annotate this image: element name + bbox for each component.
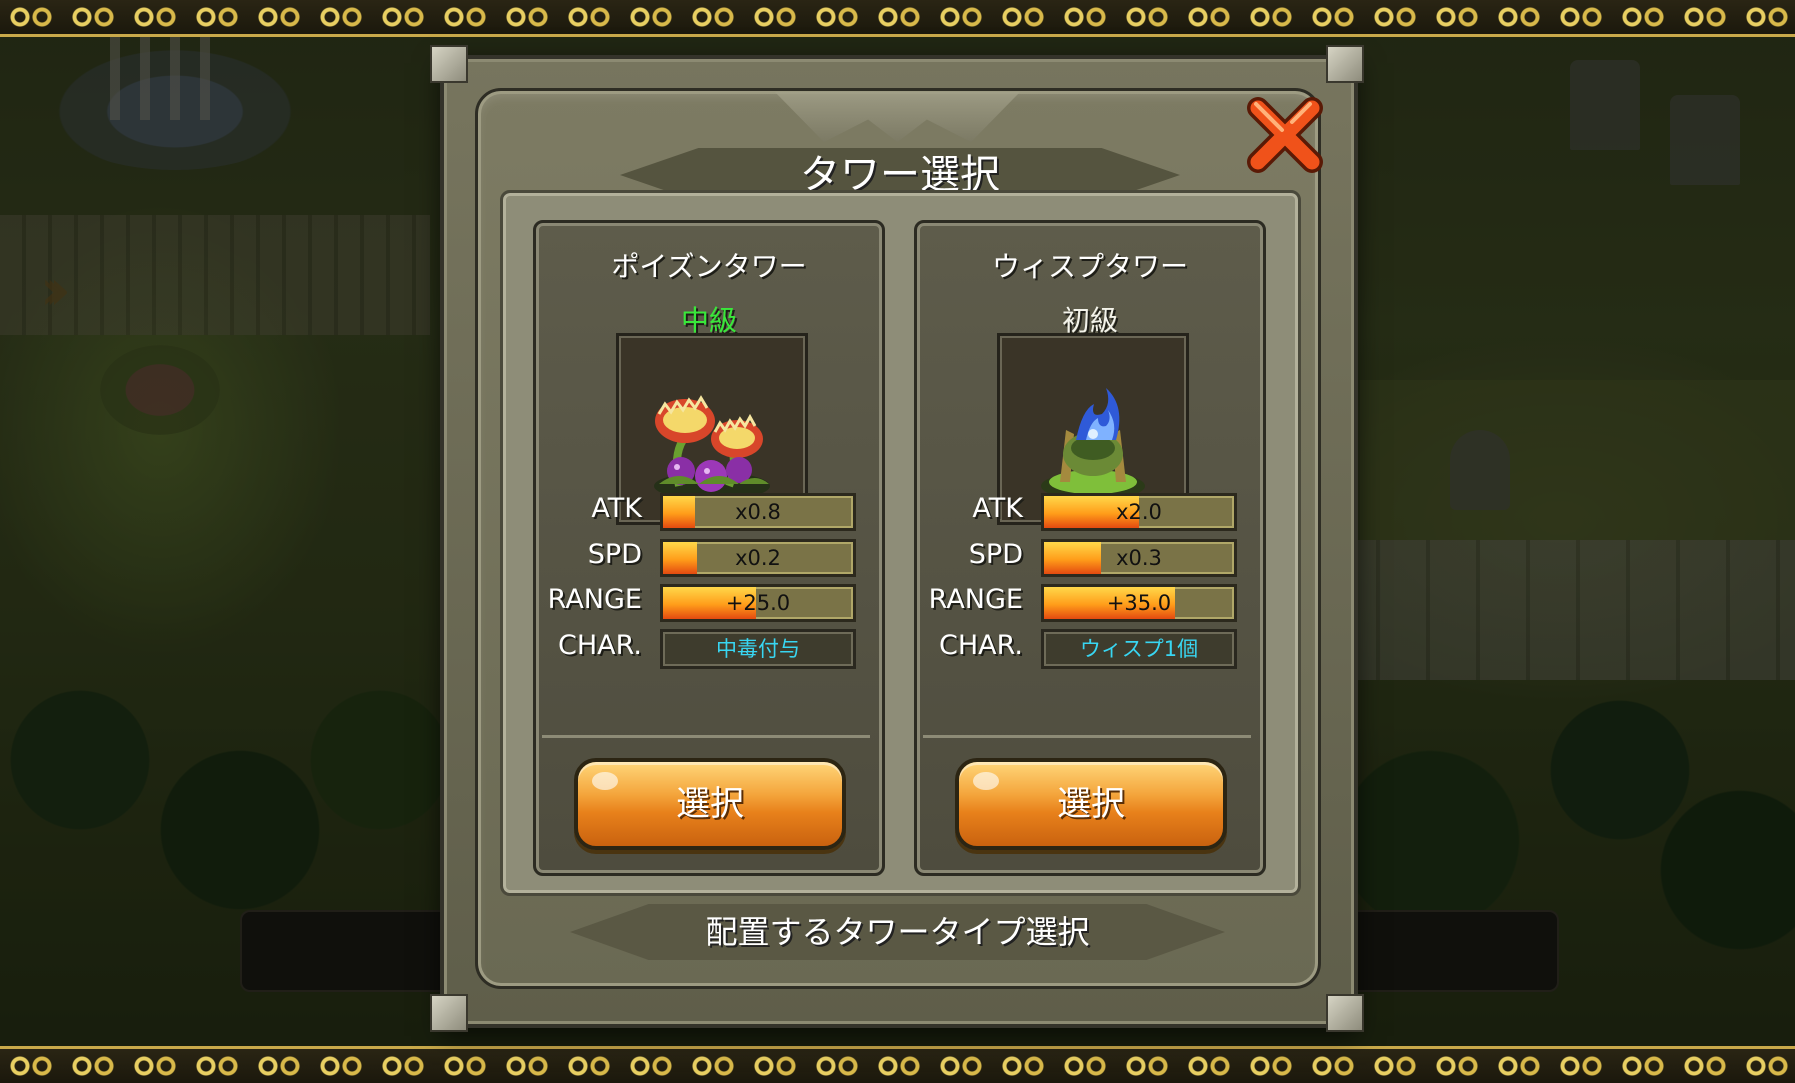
- frame-corner-rivet: [1326, 45, 1364, 83]
- select-poison-tower-button[interactable]: 選択: [574, 758, 846, 850]
- frame-corner-rivet: [430, 994, 468, 1032]
- close-x-icon: [1247, 97, 1323, 173]
- range-bar: +35.0: [1041, 584, 1237, 622]
- char-label: CHAR.: [938, 630, 1023, 661]
- atk-label: ATK: [972, 493, 1023, 524]
- card-divider: [923, 735, 1251, 738]
- ornate-border-top: [0, 0, 1795, 37]
- frame-corner-rivet: [1326, 994, 1364, 1032]
- range-bar: +25.0: [660, 584, 856, 622]
- tower-card-wisp: ウィスプタワー 初級 ATK x2.0 SPD x0.3 RANGE +35.0…: [914, 220, 1266, 876]
- close-button[interactable]: [1242, 92, 1328, 178]
- characteristic-value: ウィスプ1個: [1041, 629, 1237, 669]
- ornate-border-bottom: [0, 1046, 1795, 1083]
- atk-value: x2.0: [1116, 500, 1162, 524]
- range-value: +35.0: [1106, 591, 1172, 615]
- tower-name: ウィスプタワー: [991, 250, 1188, 283]
- spd-bar: x0.2: [660, 539, 856, 577]
- card-divider: [542, 735, 870, 738]
- spd-value: x0.3: [1116, 546, 1162, 570]
- spd-label: SPD: [968, 539, 1023, 570]
- range-value: +25.0: [725, 591, 791, 615]
- characteristic-value: 中毒付与: [660, 629, 856, 669]
- spd-value: x0.2: [735, 546, 781, 570]
- tower-card-poison: ポイズンタワー 中級 ATK x0.8 SPD x0.2 RANGE +25.0…: [533, 220, 885, 876]
- atk-bar: x0.8: [660, 493, 856, 531]
- select-wisp-tower-button[interactable]: 選択: [955, 758, 1227, 850]
- atk-bar: x2.0: [1041, 493, 1237, 531]
- char-label: CHAR.: [557, 630, 642, 661]
- spd-bar: x0.3: [1041, 539, 1237, 577]
- tower-name: ポイズンタワー: [611, 250, 807, 283]
- select-button-label: 選択: [676, 784, 744, 824]
- frame-corner-rivet: [430, 45, 468, 83]
- spd-label: SPD: [587, 539, 642, 570]
- atk-value: x0.8: [735, 500, 781, 524]
- dialog-instruction: 配置するタワータイプ選択: [705, 913, 1090, 951]
- select-button-label: 選択: [1057, 784, 1125, 824]
- range-label: RANGE: [928, 584, 1023, 615]
- range-label: RANGE: [547, 584, 642, 615]
- atk-label: ATK: [591, 493, 642, 524]
